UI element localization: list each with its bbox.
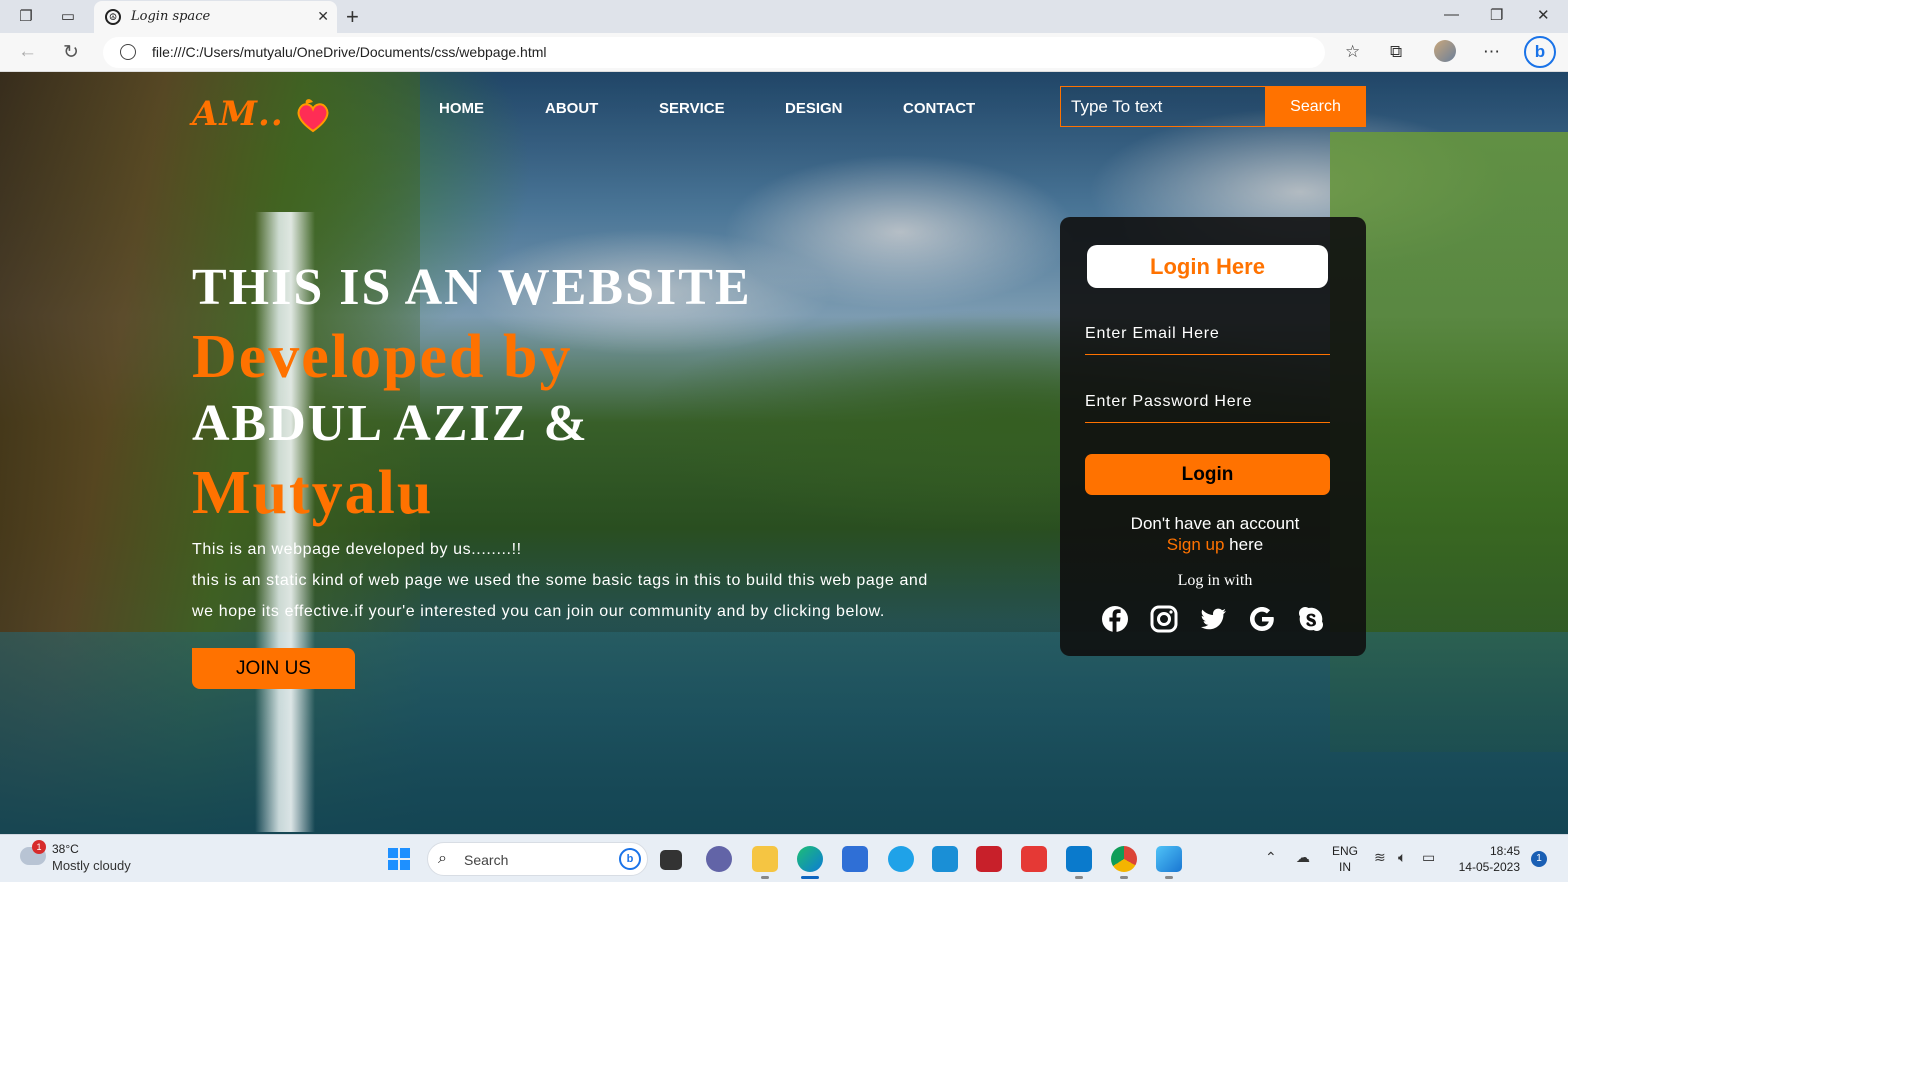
battery-icon[interactable]: ▭ bbox=[1422, 849, 1435, 866]
myhp-icon[interactable] bbox=[932, 846, 958, 872]
wps-office-icon[interactable] bbox=[1021, 846, 1047, 872]
weather-badge: 1 bbox=[32, 840, 46, 854]
windows-start-icon[interactable] bbox=[388, 848, 410, 870]
globe-icon bbox=[120, 44, 136, 60]
notification-badge[interactable]: 1 bbox=[1531, 851, 1547, 867]
weather-status[interactable]: Mostly cloudy bbox=[52, 858, 131, 873]
photos-icon[interactable] bbox=[1156, 846, 1182, 872]
bing-icon[interactable]: b bbox=[1524, 36, 1556, 68]
hero-line-3: ABDUL AZIZ & bbox=[192, 395, 589, 452]
join-us-button[interactable]: JOIN US bbox=[192, 648, 355, 689]
teams-chat-icon[interactable] bbox=[706, 846, 732, 872]
tab-title: Login space bbox=[131, 9, 211, 24]
no-account-text: Don't have an account bbox=[1130, 514, 1300, 533]
hero-para-1: This is an webpage developed by us......… bbox=[192, 541, 522, 558]
hero-line-4: Mutyalu bbox=[192, 459, 434, 527]
site-search-button[interactable]: Search bbox=[1265, 86, 1366, 127]
running-indicator bbox=[1120, 876, 1128, 879]
heart-icon bbox=[297, 99, 329, 133]
wifi-icon[interactable]: ≋ bbox=[1374, 849, 1386, 866]
time: 18:45 bbox=[1489, 844, 1520, 858]
hero-line-1: THIS IS AN WEBSITE bbox=[192, 259, 752, 316]
vscode-icon[interactable] bbox=[1066, 846, 1092, 872]
store-icon[interactable] bbox=[842, 846, 868, 872]
active-indicator bbox=[801, 876, 819, 879]
instagram-icon[interactable] bbox=[1149, 604, 1179, 634]
signup-link[interactable]: Sign up bbox=[1167, 535, 1225, 554]
running-indicator bbox=[1165, 876, 1173, 879]
refresh-icon[interactable]: ↻ bbox=[63, 41, 79, 64]
mcafee-icon[interactable] bbox=[976, 846, 1002, 872]
signup-prompt: Don't have an account Sign up here bbox=[1060, 513, 1366, 555]
back-icon[interactable]: ← bbox=[18, 41, 37, 63]
collections-icon[interactable]: ⧉ bbox=[1390, 42, 1402, 62]
nav-service[interactable]: SERVICE bbox=[659, 100, 725, 117]
hero-line-2: Developed by bbox=[192, 323, 573, 391]
browser-tab[interactable]: ☮ Login space ✕ bbox=[94, 1, 337, 33]
search-icon: ⌕ bbox=[438, 850, 447, 867]
email-field[interactable]: Enter Email Here bbox=[1085, 325, 1330, 355]
login-card: Login Here Enter Email Here Enter Passwo… bbox=[1060, 217, 1366, 656]
webpage: AM.. HOME ABOUT SERVICE DESIGN CONTACT T… bbox=[0, 72, 1568, 834]
google-icon[interactable] bbox=[1247, 604, 1277, 634]
onedrive-icon[interactable]: ☁ bbox=[1296, 849, 1310, 866]
password-field[interactable]: Enter Password Here bbox=[1085, 393, 1330, 423]
file-explorer-icon[interactable] bbox=[752, 846, 778, 872]
restore-icon[interactable]: ❐ bbox=[1490, 6, 1503, 24]
help-icon[interactable] bbox=[888, 846, 914, 872]
language-indicator[interactable]: ENG IN bbox=[1332, 843, 1358, 875]
facebook-icon[interactable] bbox=[1100, 604, 1130, 634]
twitter-icon[interactable] bbox=[1198, 604, 1228, 634]
site-logo[interactable]: AM.. bbox=[192, 94, 284, 134]
running-indicator bbox=[761, 876, 769, 879]
bing-icon: b bbox=[619, 848, 641, 870]
workspaces-icon[interactable]: ❐ bbox=[16, 7, 36, 27]
address-bar-row: ← ↻ file:///C:/Users/mutyalu/OneDrive/Do… bbox=[0, 33, 1568, 72]
favorite-star-icon[interactable]: ☆ bbox=[1345, 42, 1360, 62]
edge-icon[interactable] bbox=[797, 846, 823, 872]
clock[interactable]: 18:45 14-05-2023 bbox=[1456, 843, 1520, 875]
minimize-icon[interactable]: — bbox=[1444, 6, 1459, 23]
more-menu-icon[interactable]: ⋯ bbox=[1483, 42, 1500, 62]
url-text: file:///C:/Users/mutyalu/OneDrive/Docume… bbox=[152, 44, 547, 60]
vertical-tabs-icon[interactable]: ▭ bbox=[58, 7, 78, 27]
hero-para-2: this is an static kind of web page we us… bbox=[192, 572, 928, 589]
lang-line-2: IN bbox=[1339, 860, 1351, 874]
close-tab-icon[interactable]: ✕ bbox=[317, 8, 329, 25]
peace-icon: ☮ bbox=[105, 9, 121, 25]
nav-design[interactable]: DESIGN bbox=[785, 100, 843, 117]
chevron-up-icon[interactable]: ⌃ bbox=[1265, 849, 1277, 866]
taskbar-search-label: Search bbox=[464, 852, 509, 868]
profile-avatar[interactable] bbox=[1434, 40, 1456, 62]
new-tab-icon[interactable]: + bbox=[346, 4, 359, 30]
hero-paragraph: This is an webpage developed by us......… bbox=[192, 534, 1052, 627]
signup-suffix: here bbox=[1224, 535, 1264, 554]
nav-contact[interactable]: CONTACT bbox=[903, 100, 975, 117]
volume-icon[interactable]: 🔈︎ bbox=[1398, 849, 1406, 866]
weather-temp[interactable]: 38°C bbox=[52, 842, 79, 856]
date: 14-05-2023 bbox=[1458, 860, 1520, 874]
taskbar: 1 38°C Mostly cloudy ⌕ Search b ⌃ ☁ ENG … bbox=[0, 834, 1568, 882]
login-button[interactable]: Login bbox=[1085, 454, 1330, 495]
nav-home[interactable]: HOME bbox=[439, 100, 484, 117]
browser-tab-bar: ❐ ▭ ☮ Login space ✕ + — ❐ ✕ bbox=[0, 0, 1568, 33]
login-with-label: Log in with bbox=[1177, 572, 1253, 589]
lang-line-1: ENG bbox=[1332, 844, 1359, 858]
taskbar-search[interactable]: ⌕ Search b bbox=[427, 842, 648, 876]
url-field[interactable]: file:///C:/Users/mutyalu/OneDrive/Docume… bbox=[103, 37, 1325, 68]
task-view-icon[interactable] bbox=[660, 850, 682, 870]
nav-about[interactable]: ABOUT bbox=[545, 100, 598, 117]
skype-icon[interactable] bbox=[1296, 604, 1326, 634]
running-indicator bbox=[1075, 876, 1083, 879]
close-window-icon[interactable]: ✕ bbox=[1537, 6, 1550, 24]
hero-para-3: we hope its effective.if your'e interest… bbox=[192, 603, 885, 620]
chrome-icon[interactable] bbox=[1111, 846, 1137, 872]
site-search-input[interactable]: Type To text bbox=[1060, 86, 1265, 127]
login-title: Login Here bbox=[1087, 245, 1328, 288]
